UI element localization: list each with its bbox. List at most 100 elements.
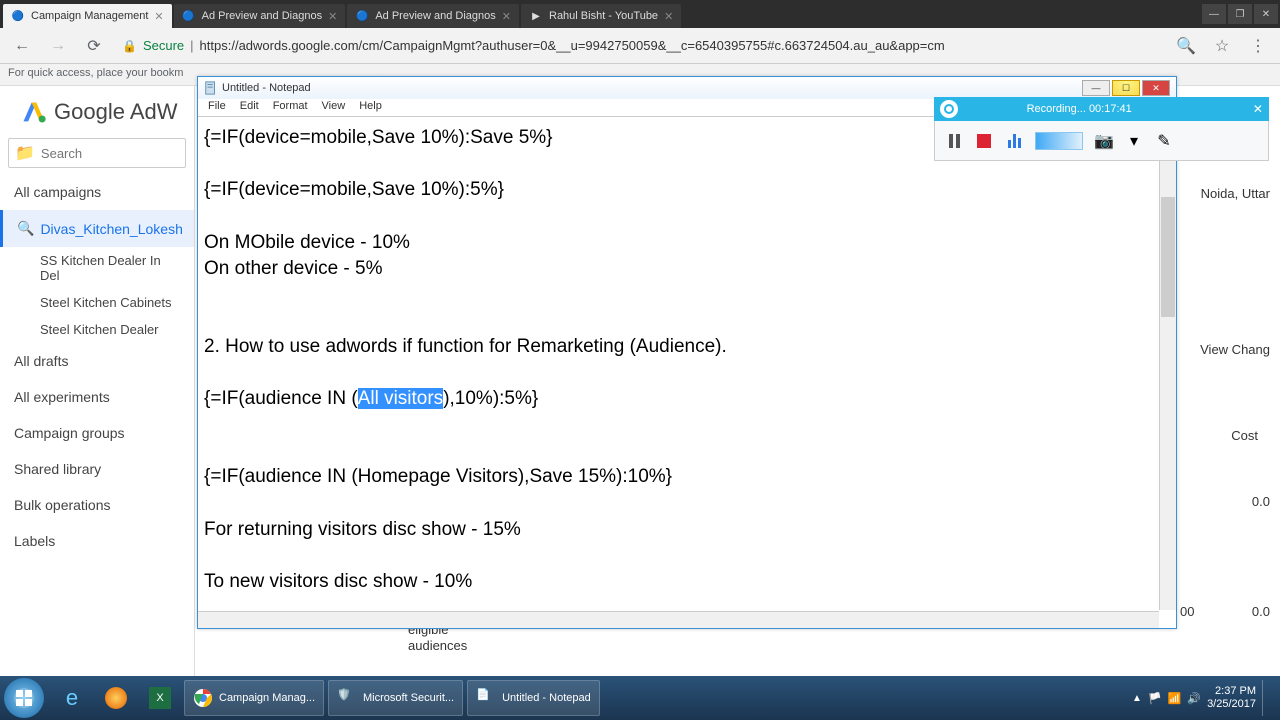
taskbar: e X Campaign Manag... 🛡️ Microsoft Secur… [0,676,1280,720]
nav-label: Divas_Kitchen_Lokesh [40,221,182,237]
taskbar-app-chrome[interactable]: Campaign Manag... [184,680,324,716]
notepad-scrollbar-v[interactable] [1159,117,1176,610]
lock-icon: 🔒 [122,39,137,53]
tab-title: Campaign Management [31,10,148,22]
stats-button[interactable] [1005,132,1023,150]
browser-tab-strip: 🔵 Campaign Management ✕ 🔵 Ad Preview and… [0,0,1280,28]
stop-icon [977,134,991,148]
menu-help[interactable]: Help [353,99,388,116]
nav-all-drafts[interactable]: All drafts [0,343,194,379]
flag-icon[interactable]: 🏳️ [1148,692,1162,705]
menu-edit[interactable]: Edit [234,99,265,116]
close-button[interactable]: ✕ [1254,4,1278,24]
back-button[interactable]: ← [8,32,36,60]
recorder-logo-icon [940,100,958,118]
notepad-text-area[interactable]: {=IF(device=mobile,Save 10%):Save 5%} {=… [198,117,1176,628]
menu-view[interactable]: View [316,99,352,116]
minimize-button[interactable]: — [1202,4,1226,24]
logo-text: Google AdW [54,99,178,125]
browser-tab-3[interactable]: 🔵 Ad Preview and Diagnos ✕ [347,4,519,28]
text-line: For returning visitors disc show - 15% [204,519,521,540]
nav-divas-kitchen[interactable]: 🔍 Divas_Kitchen_Lokesh [0,210,194,247]
logo-area: Google AdW [0,86,194,132]
notepad-minimize-button[interactable]: — [1082,80,1110,96]
view-change-link[interactable]: View Chang [1200,342,1270,357]
close-tab-icon[interactable]: ✕ [502,10,511,23]
notepad-title-text: Untitled - Notepad [222,82,311,94]
browser-tab-1[interactable]: 🔵 Campaign Management ✕ [3,4,172,28]
restore-button[interactable]: ❐ [1228,4,1252,24]
text-line: {=IF(device=mobile,Save 10%):5%} [204,179,504,200]
dropdown-button[interactable]: ▾ [1125,132,1143,150]
star-icon[interactable]: ☆ [1208,32,1236,60]
show-desktop-button[interactable] [1262,680,1270,716]
notepad-scrollbar-h[interactable] [198,611,1159,628]
notepad-maximize-button[interactable]: ☐ [1112,80,1140,96]
chrome-icon [193,688,213,708]
browser-tab-4[interactable]: ▶ Rahul Bisht - YouTube ✕ [521,4,681,28]
forward-button[interactable]: → [44,32,72,60]
volume-icon[interactable]: 🔊 [1187,692,1201,705]
tray-date: 3/25/2017 [1207,698,1256,711]
url-text: https://adwords.google.com/cm/CampaignMg… [200,38,945,53]
recorder-status-text: Recording... 00:17:41 [1027,103,1132,115]
nav-all-campaigns[interactable]: All campaigns [0,174,194,210]
recorder-close-button[interactable]: ✕ [1253,102,1263,116]
recorder-toolbar: 📷 ▾ ✎ [934,121,1269,161]
draw-button[interactable]: ✎ [1155,132,1173,150]
adwords-logo-icon [20,98,48,126]
reload-button[interactable]: ⟳ [80,32,108,60]
menu-file[interactable]: File [202,99,232,116]
text-line: {=IF(device=mobile,Save 10%):Save 5%} [204,127,553,148]
tray-clock[interactable]: 2:37 PM 3/25/2017 [1207,685,1256,711]
cost-val-3: 0.0 [1252,604,1270,619]
url-field[interactable]: 🔒 Secure | https://adwords.google.com/cm… [116,38,1164,53]
start-button[interactable] [4,678,44,718]
nav-labels[interactable]: Labels [0,523,194,559]
text-line: {=IF(audience IN ( [204,388,358,409]
notepad-window-controls: — ☐ ✕ [1080,80,1170,96]
recorder-titlebar[interactable]: Recording... 00:17:41 ✕ [934,97,1269,121]
nav-shared-library[interactable]: Shared library [0,451,194,487]
folder-icon: 📁 [15,143,35,163]
firefox-pinned-icon[interactable] [96,680,136,716]
selected-text: All visitors [358,388,444,409]
menu-format[interactable]: Format [267,99,314,116]
bar-chart-icon [1008,134,1021,148]
notepad-icon: 📄 [476,688,496,708]
network-icon[interactable]: 📶 [1168,692,1182,705]
close-tab-icon[interactable]: ✕ [154,10,163,23]
google-adwords-logo: Google AdW [20,98,194,126]
close-tab-icon[interactable]: ✕ [664,10,673,23]
zoom-icon[interactable]: 🔍 [1172,32,1200,60]
stop-button[interactable] [975,132,993,150]
tab-title: Ad Preview and Diagnos [202,10,322,22]
notepad-close-button[interactable]: ✕ [1142,80,1170,96]
menu-icon[interactable]: ⋮ [1244,32,1272,60]
security-icon: 🛡️ [337,688,357,708]
tab-title: Ad Preview and Diagnos [375,10,495,22]
browser-tab-2[interactable]: 🔵 Ad Preview and Diagnos ✕ [174,4,346,28]
taskbar-app-security[interactable]: 🛡️ Microsoft Securit... [328,680,463,716]
system-tray: ▲ 🏳️ 📶 🔊 2:37 PM 3/25/2017 [1132,680,1276,716]
tray-expand-icon[interactable]: ▲ [1132,693,1142,704]
nav-campaign-groups[interactable]: Campaign groups [0,415,194,451]
search-input[interactable] [41,146,179,161]
excel-pinned-icon[interactable]: X [140,680,180,716]
nav-bulk-operations[interactable]: Bulk operations [0,487,194,523]
nav-all-experiments[interactable]: All experiments [0,379,194,415]
pause-button[interactable] [945,132,963,150]
nav-sub-ss-kitchen[interactable]: SS Kitchen Dealer In Del [0,247,194,289]
text-line: On other device - 5% [204,258,382,279]
scrollbar-thumb[interactable] [1161,197,1175,317]
nav-sub-steel-dealer[interactable]: Steel Kitchen Dealer [0,316,194,343]
close-tab-icon[interactable]: ✕ [328,10,337,23]
text-line: ),10%):5%} [443,388,538,409]
ie-pinned-icon[interactable]: e [52,680,92,716]
sidebar-search[interactable]: 📁 [8,138,186,168]
webcam-button[interactable]: 📷 [1095,132,1113,150]
taskbar-app-notepad[interactable]: 📄 Untitled - Notepad [467,680,600,716]
audiences-text: audiences [408,638,467,653]
nav-sub-steel-cabinets[interactable]: Steel Kitchen Cabinets [0,289,194,316]
notepad-titlebar[interactable]: Untitled - Notepad — ☐ ✕ [198,77,1176,99]
